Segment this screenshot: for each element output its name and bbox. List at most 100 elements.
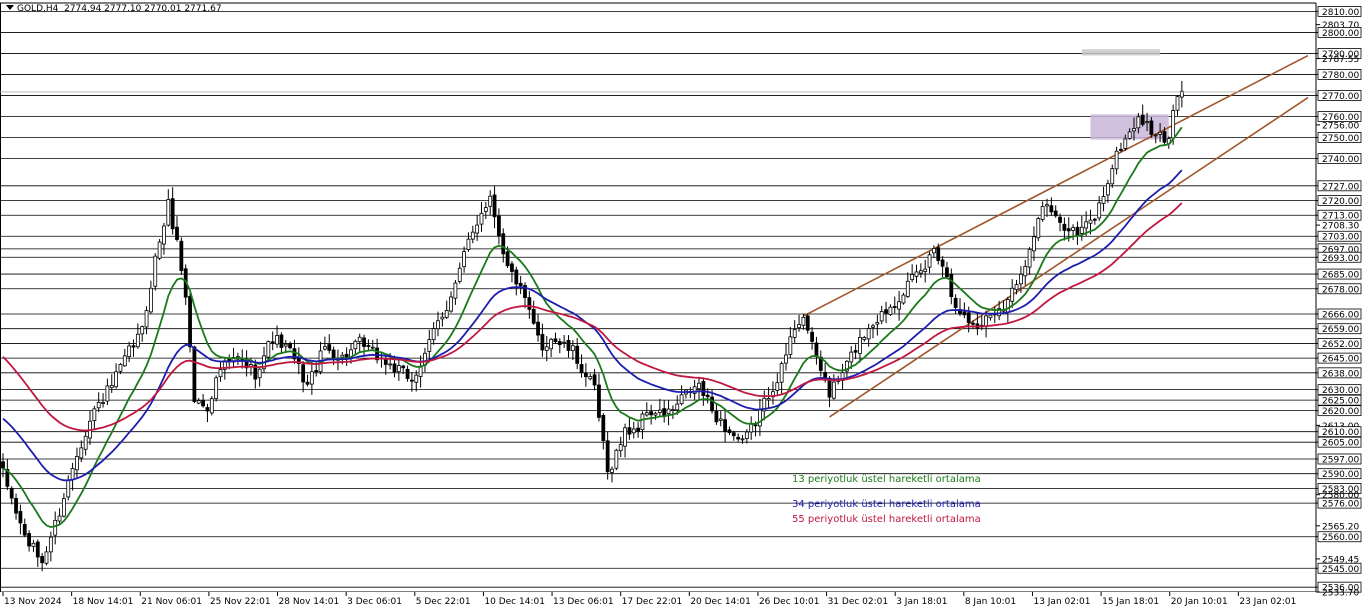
candle-body [1153, 134, 1158, 137]
candle-body [353, 340, 358, 350]
candle-body [1114, 150, 1119, 170]
candle [153, 253, 158, 291]
candle-body [923, 268, 928, 272]
candle-body [188, 296, 192, 348]
chart-canvas[interactable]: 2810.002803.702800.002790.002787.552780.… [0, 0, 1362, 611]
candle-body [340, 354, 345, 358]
candle-body [618, 444, 623, 452]
candle-body [431, 328, 436, 341]
candle-body [657, 409, 662, 413]
candle-body [1040, 205, 1045, 220]
time-tick-label: 17 Dec 22:01 [622, 597, 683, 607]
candle-body [640, 413, 645, 431]
symbol-header[interactable]: GOLD,H4 2774.94 2777.10 2770.01 2771.67 [6, 4, 222, 14]
time-tick-label: 20 Jan 10:01 [1171, 597, 1228, 607]
candle-body [1027, 249, 1032, 268]
candle-body [1049, 205, 1054, 213]
candle-body [884, 309, 888, 314]
candle-body [409, 379, 414, 382]
candle-body [1132, 128, 1136, 132]
candle-body [322, 346, 327, 350]
price-tick-label: 2740.00 [1322, 155, 1359, 165]
candle-body [162, 225, 166, 245]
candle-body [610, 468, 614, 473]
candle-body [148, 287, 153, 313]
candle-body [862, 337, 867, 340]
candle-body [518, 282, 523, 287]
candle-body [827, 377, 832, 398]
candle-body [549, 338, 553, 350]
candle-body [309, 371, 314, 385]
time-tick-label: 28 Nov 14:01 [279, 597, 340, 607]
candle-body [914, 271, 919, 277]
candle-body [1149, 120, 1154, 135]
price-tick-label: 2659.00 [1322, 325, 1359, 335]
candle [157, 238, 162, 261]
candle-body [1088, 219, 1093, 224]
candle-body [636, 427, 640, 432]
candle [188, 291, 192, 353]
candle [214, 375, 219, 402]
candle-body [196, 400, 201, 404]
candle-body [496, 215, 501, 237]
candle-body [179, 240, 184, 272]
price-tick-label: 2625.00 [1322, 397, 1359, 407]
candle-body [940, 259, 945, 267]
price-tick-label: 2770.00 [1322, 92, 1359, 102]
candle-body [831, 381, 836, 399]
candle-body [1123, 138, 1128, 149]
candle-body [1119, 148, 1123, 151]
candle-body [1171, 110, 1176, 139]
candle-body [1053, 210, 1058, 217]
time-tick-label: 26 Dec 10:01 [759, 597, 820, 607]
candle-body [283, 343, 288, 347]
candle-body [1145, 121, 1149, 124]
candle-body [779, 363, 784, 383]
price-tick-label: 2630.00 [1322, 386, 1359, 396]
candle-body [1106, 183, 1110, 196]
candle-body [401, 365, 406, 369]
candle-body [1097, 202, 1102, 219]
candle-body [135, 333, 140, 348]
candle-body [740, 438, 745, 441]
candle-body [918, 270, 923, 274]
candle-body [614, 449, 619, 469]
candle-body [758, 409, 762, 427]
candle-body [588, 376, 593, 380]
candle-body [140, 326, 145, 335]
candle-body [35, 541, 40, 558]
candle-body [697, 382, 701, 390]
candle-body [675, 403, 680, 411]
candle-body [305, 381, 310, 385]
time-tick-label: 10 Dec 14:01 [484, 597, 545, 607]
price-tick-label: 2533.70 [1322, 589, 1359, 599]
candle-body [118, 363, 123, 372]
candle-body [144, 310, 149, 328]
candle-body [953, 297, 958, 308]
time-tick-label: 13 Nov 2024 [4, 597, 62, 607]
time-tick-label: 20 Dec 14:01 [690, 597, 751, 607]
price-tick-label: 2576.00 [1322, 500, 1359, 510]
candle-body [83, 435, 88, 450]
candle-body [92, 408, 97, 422]
candle-body [849, 351, 854, 363]
candle-body [96, 402, 101, 409]
price-tick-label: 2756.00 [1322, 121, 1359, 131]
price-chart[interactable]: 2810.00 2803.70 2800.00 2790.00 2787.55 2780.… [0, 0, 1362, 611]
candle-body [201, 400, 206, 407]
candle-body [9, 487, 14, 499]
time-tick-label: 13 Dec 06:01 [553, 597, 614, 607]
candle-body [166, 199, 171, 226]
candle-body [557, 341, 562, 346]
time-tick-label: 15 Jan 18:01 [1102, 597, 1159, 607]
candle-body [905, 280, 910, 297]
candle-body [579, 364, 584, 374]
candle-body [575, 345, 580, 364]
candle-body [718, 418, 723, 421]
candle-body [331, 349, 336, 359]
candle-body [949, 274, 954, 298]
legend-ema13: 13 periyotluk üstel hareketli ortalama [792, 474, 981, 485]
candle-body [357, 336, 362, 343]
time-tick-label: 5 Dec 22:01 [416, 597, 471, 607]
dropdown-triangle-icon[interactable] [6, 5, 14, 10]
